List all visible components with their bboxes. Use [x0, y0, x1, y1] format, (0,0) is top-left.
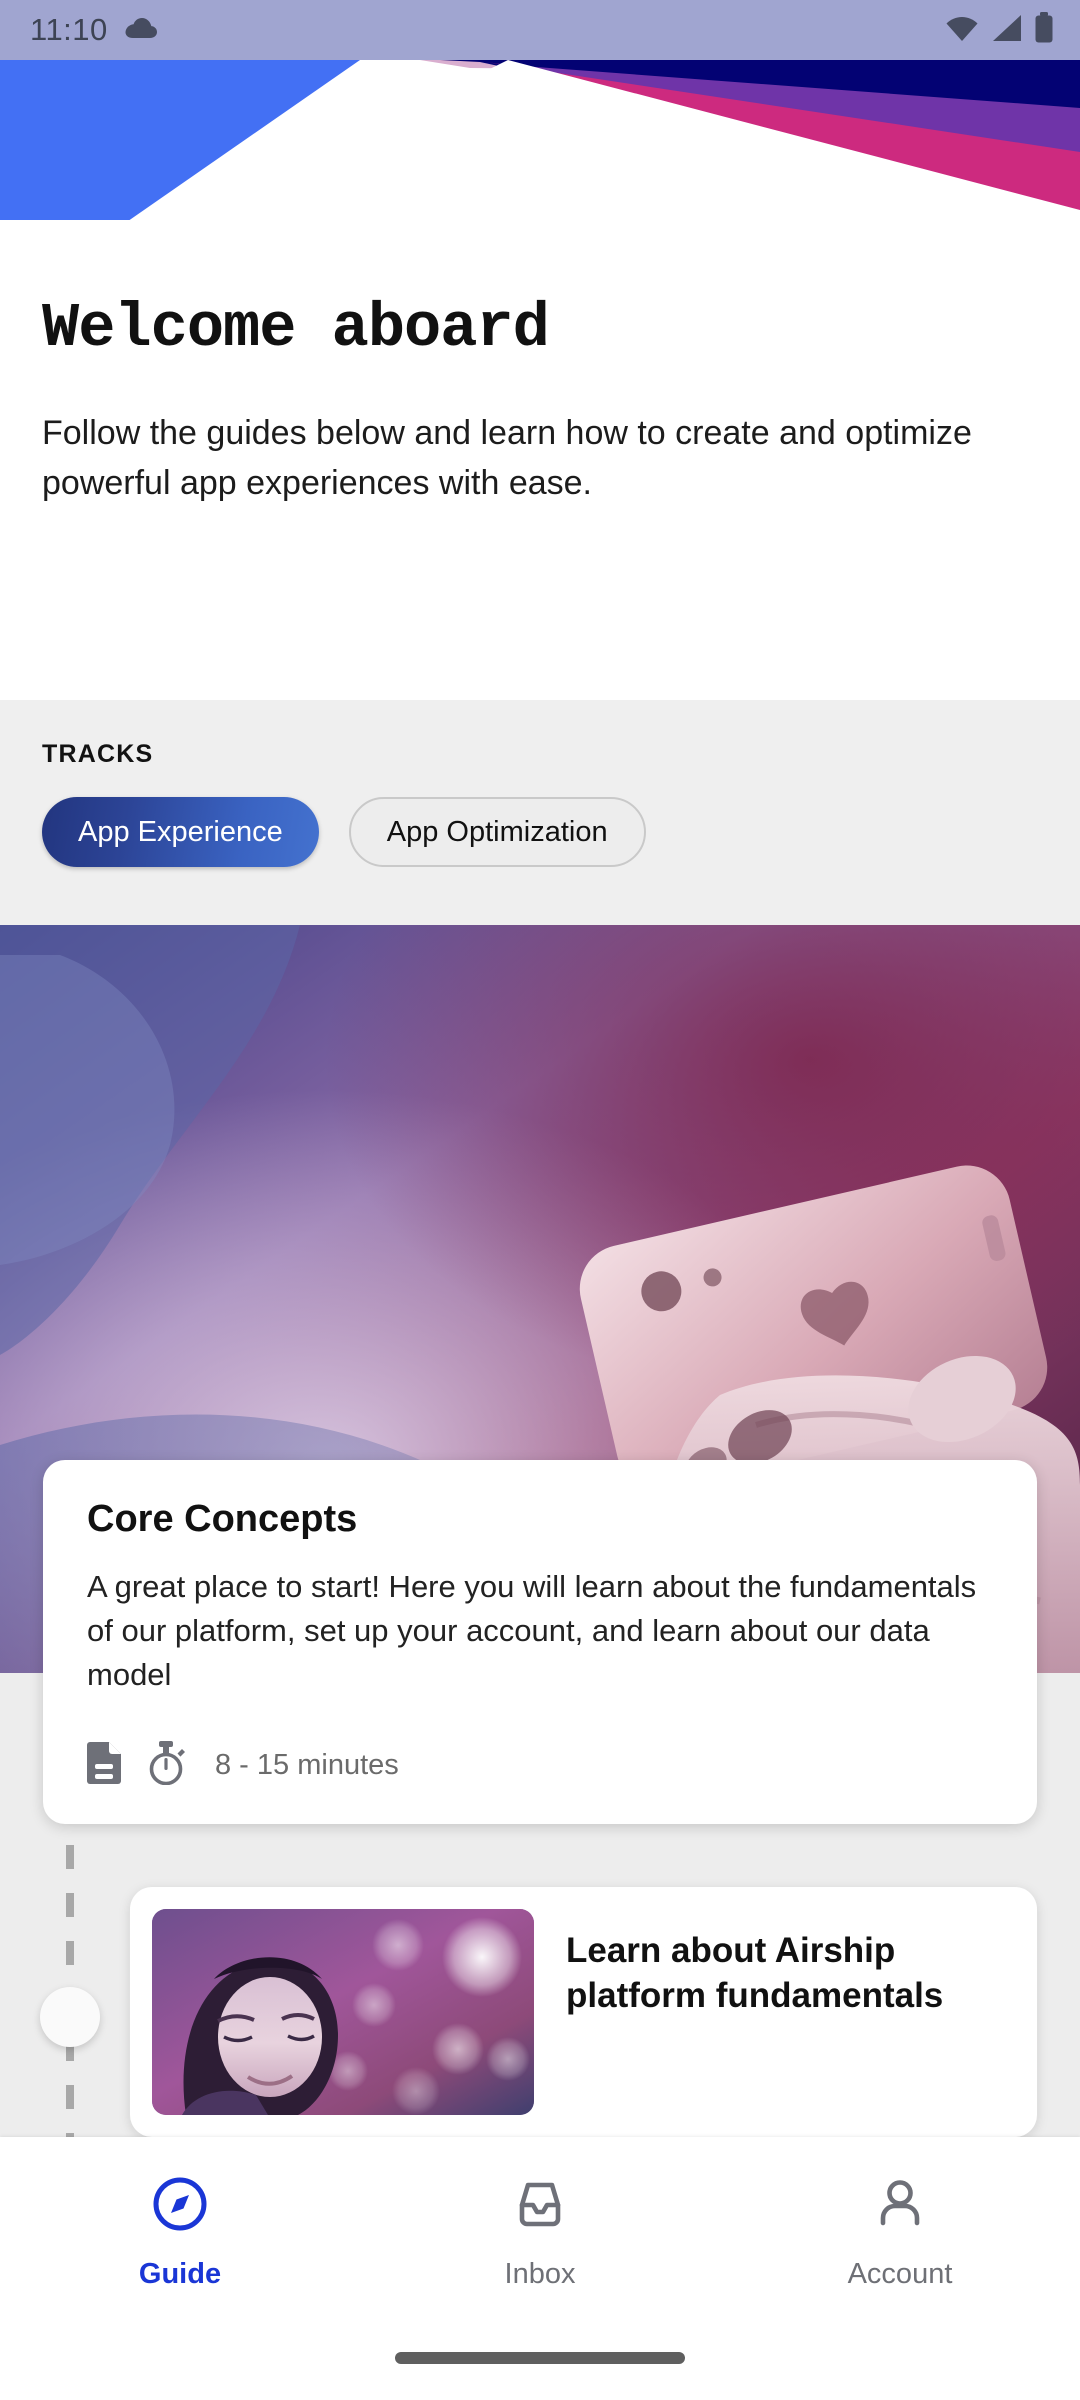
nav-item-inbox[interactable]: Inbox — [360, 2175, 720, 2291]
status-bar-clock: 11:10 — [30, 12, 108, 47]
battery-icon — [1034, 11, 1054, 49]
status-bar-right — [944, 11, 1054, 49]
cellular-signal-icon — [991, 13, 1023, 48]
nav-label-account: Account — [847, 2258, 953, 2290]
nav-label-inbox: Inbox — [504, 2258, 576, 2290]
nav-item-guide[interactable]: Guide — [0, 2175, 360, 2291]
core-concepts-duration: 8 - 15 minutes — [215, 1749, 399, 1782]
inbox-icon — [511, 2175, 569, 2238]
page-title: Welcome aboard — [42, 293, 550, 364]
compass-icon — [151, 2175, 209, 2238]
core-concepts-title: Core Concepts — [87, 1498, 358, 1540]
gesture-home-indicator[interactable] — [395, 2352, 685, 2364]
header-section: Welcome aboard Follow the guides below a… — [0, 220, 1080, 700]
status-bar-left: 11:10 — [30, 12, 158, 48]
lesson-title: Learn about Airship platform fundamental… — [566, 1931, 944, 2015]
nav-label-guide: Guide — [138, 2258, 222, 2290]
tracks-label: TRACKS — [42, 740, 154, 768]
lesson-thumbnail — [152, 1909, 534, 2115]
bottom-navigation-bar: Guide Inbox Account — [0, 2137, 1080, 2400]
banner-shapes — [0, 60, 1080, 220]
track-chip-group: App Experience App Optimization — [42, 797, 1038, 867]
tracks-section: TRACKS App Experience App Optimization — [0, 700, 1080, 925]
lesson-thumbnail-art — [152, 1909, 534, 2115]
document-icon — [87, 1742, 121, 1789]
cloud-icon — [124, 16, 158, 45]
timeline-node — [40, 1987, 100, 2047]
core-concepts-card[interactable]: Core Concepts A great place to start! He… — [43, 1460, 1037, 1825]
core-concepts-description: A great place to start! Here you will le… — [87, 1569, 977, 1693]
wifi-icon — [944, 13, 980, 48]
track-chip-app-experience[interactable]: App Experience — [42, 797, 319, 867]
core-concepts-meta: 8 - 15 minutes — [87, 1741, 993, 1790]
decorative-banner — [0, 60, 1080, 220]
nav-item-account[interactable]: Account — [720, 2175, 1080, 2291]
lesson-card-airship-fundamentals[interactable]: Learn about Airship platform fundamental… — [130, 1887, 1037, 2137]
status-bar: 11:10 — [0, 0, 1080, 60]
track-chip-app-optimization[interactable]: App Optimization — [348, 797, 646, 867]
person-icon — [871, 2175, 929, 2238]
stopwatch-icon — [147, 1741, 185, 1790]
page-subtitle: Follow the guides below and learn how to… — [42, 414, 972, 503]
